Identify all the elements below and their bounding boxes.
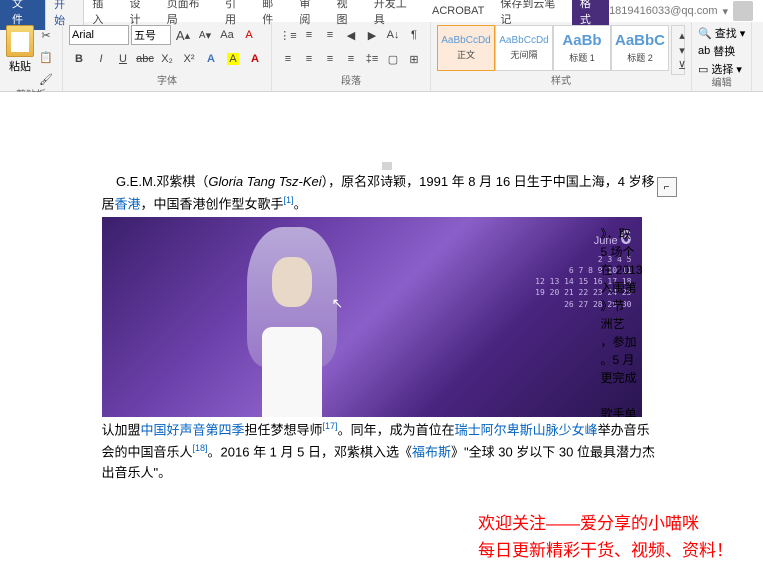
shading-icon[interactable]: ▢	[383, 49, 403, 69]
increase-indent-icon[interactable]: ▶	[362, 25, 382, 45]
link-forbes[interactable]: 福布斯	[412, 444, 451, 459]
line-spacing-icon[interactable]: ‡≡	[362, 49, 382, 69]
clear-formatting-icon[interactable]: A	[239, 25, 259, 45]
user-dropdown-icon[interactable]: ▾	[722, 5, 728, 18]
align-left-icon[interactable]: ≡	[278, 49, 298, 69]
styles-up-icon[interactable]: ▴	[672, 28, 692, 43]
group-editing: 🔍查找 ▾ ab替换 ▭选择 ▾ 编辑	[692, 22, 752, 91]
find-button[interactable]: 🔍查找 ▾	[698, 25, 745, 41]
group-paragraph: ⋮≡ ≡ ≡ ◀ ▶ A↓ ¶ ≡ ≡ ≡ ≡ ‡≡ ▢ ⊞ 段落	[272, 22, 431, 91]
editing-group-label: 编辑	[698, 77, 745, 91]
link-hongkong[interactable]: 香港	[115, 196, 141, 211]
italic-button[interactable]: I	[91, 49, 111, 69]
replace-icon: ab	[698, 45, 710, 57]
copy-icon[interactable]: 📋	[36, 47, 56, 67]
replace-button[interactable]: ab替换	[698, 43, 745, 59]
style-box[interactable]: AaBbCcDd无间隔	[495, 25, 553, 71]
tab-acrobat[interactable]: ACROBAT	[424, 2, 492, 20]
borders-icon[interactable]: ⊞	[404, 49, 424, 69]
justify-icon[interactable]: ≡	[341, 49, 361, 69]
avatar[interactable]	[733, 1, 753, 21]
link-alps[interactable]: 瑞士阿尔卑斯山脉少女峰	[455, 422, 598, 437]
underline-button[interactable]: U	[113, 49, 133, 69]
font-group-label: 字体	[69, 75, 265, 89]
align-right-icon[interactable]: ≡	[320, 49, 340, 69]
superscript-button[interactable]: X²	[179, 49, 199, 69]
image-person	[232, 227, 352, 417]
bullets-icon[interactable]: ⋮≡	[278, 25, 298, 45]
group-styles: AaBbCcDd正文AaBbCcDd无间隔AaBb标题 1AaBbC标题 2 ▴…	[431, 22, 692, 91]
highlight-icon[interactable]: A	[223, 49, 243, 69]
style-box[interactable]: AaBbCcDd正文	[437, 25, 495, 71]
ribbon-tabs: 文件 开始 插入 设计 页面布局 引用 邮件 审阅 视图 开发工具 ACROBA…	[0, 0, 763, 22]
grow-font-icon[interactable]: A▴	[173, 25, 193, 45]
group-font: A▴ A▾ Aa A B I U abc X₂ X² A A A 字体	[63, 22, 272, 91]
select-button[interactable]: ▭选择 ▾	[698, 61, 745, 77]
format-painter-icon[interactable]: 🖌	[36, 69, 56, 89]
style-box[interactable]: AaBb标题 1	[553, 25, 611, 71]
document-text[interactable]: G.E.M.邓紫棋（Gloria Tang Tsz-Kei），原名邓诗颖，199…	[102, 172, 662, 484]
page: ⌐ G.E.M.邓紫棋（Gloria Tang Tsz-Kei），原名邓诗颖，1…	[102, 172, 662, 484]
layout-options-icon[interactable]: ⌐	[657, 177, 677, 197]
overlay-text: 欢迎关注——爱分享的小喵咪 每日更新精彩干货、视频、资料！	[478, 510, 733, 564]
shrink-font-icon[interactable]: A▾	[195, 25, 215, 45]
font-size-select[interactable]	[131, 25, 171, 45]
paragraph-group-label: 段落	[278, 75, 424, 89]
font-name-select[interactable]	[69, 25, 129, 45]
select-icon: ▭	[698, 63, 708, 76]
styles-more-icon[interactable]: ⊻	[672, 58, 692, 73]
group-clipboard: 粘贴 ✂ 📋 🖌 剪贴板	[0, 22, 63, 91]
cursor-icon: ↖	[332, 292, 344, 314]
cut-icon[interactable]: ✂	[36, 25, 56, 45]
embedded-image[interactable]: ↖ June 6 2 3 4 5 6 7 8 9 10 11 12 13 14 …	[102, 217, 642, 417]
text-effects-icon[interactable]: A	[201, 49, 221, 69]
user-email: 1819416033@qq.com	[609, 5, 717, 17]
wrapped-text: 》，取5 场个在 2013入围第》节洲艺，参加。5 月更完成 歌手单 日，确	[600, 225, 641, 417]
sort-icon[interactable]: A↓	[383, 25, 403, 45]
ribbon: 粘贴 ✂ 📋 🖌 剪贴板 A▴ A▾ Aa A B I U	[0, 22, 763, 92]
find-icon: 🔍	[698, 27, 712, 40]
align-center-icon[interactable]: ≡	[299, 49, 319, 69]
paste-label[interactable]: 粘贴	[9, 58, 31, 74]
bold-button[interactable]: B	[69, 49, 89, 69]
multilevel-list-icon[interactable]: ≡	[320, 25, 340, 45]
numbering-icon[interactable]: ≡	[299, 25, 319, 45]
document-area[interactable]: ⌐ G.E.M.邓紫棋（Gloria Tang Tsz-Kei），原名邓诗颖，1…	[0, 92, 763, 572]
subscript-button[interactable]: X₂	[157, 49, 177, 69]
ruler-tab-icon[interactable]	[382, 162, 392, 170]
font-color-icon[interactable]: A	[245, 49, 265, 69]
link-voice[interactable]: 中国好声音第四季	[141, 422, 245, 437]
paste-icon[interactable]	[6, 25, 34, 57]
show-marks-icon[interactable]: ¶	[404, 25, 424, 45]
styles-group-label: 样式	[437, 75, 685, 89]
style-box[interactable]: AaBbC标题 2	[611, 25, 669, 71]
change-case-icon[interactable]: Aa	[217, 25, 237, 45]
decrease-indent-icon[interactable]: ◀	[341, 25, 361, 45]
strikethrough-button[interactable]: abc	[135, 49, 155, 69]
user-info: 1819416033@qq.com ▾	[609, 1, 763, 21]
styles-down-icon[interactable]: ▾	[672, 43, 692, 58]
